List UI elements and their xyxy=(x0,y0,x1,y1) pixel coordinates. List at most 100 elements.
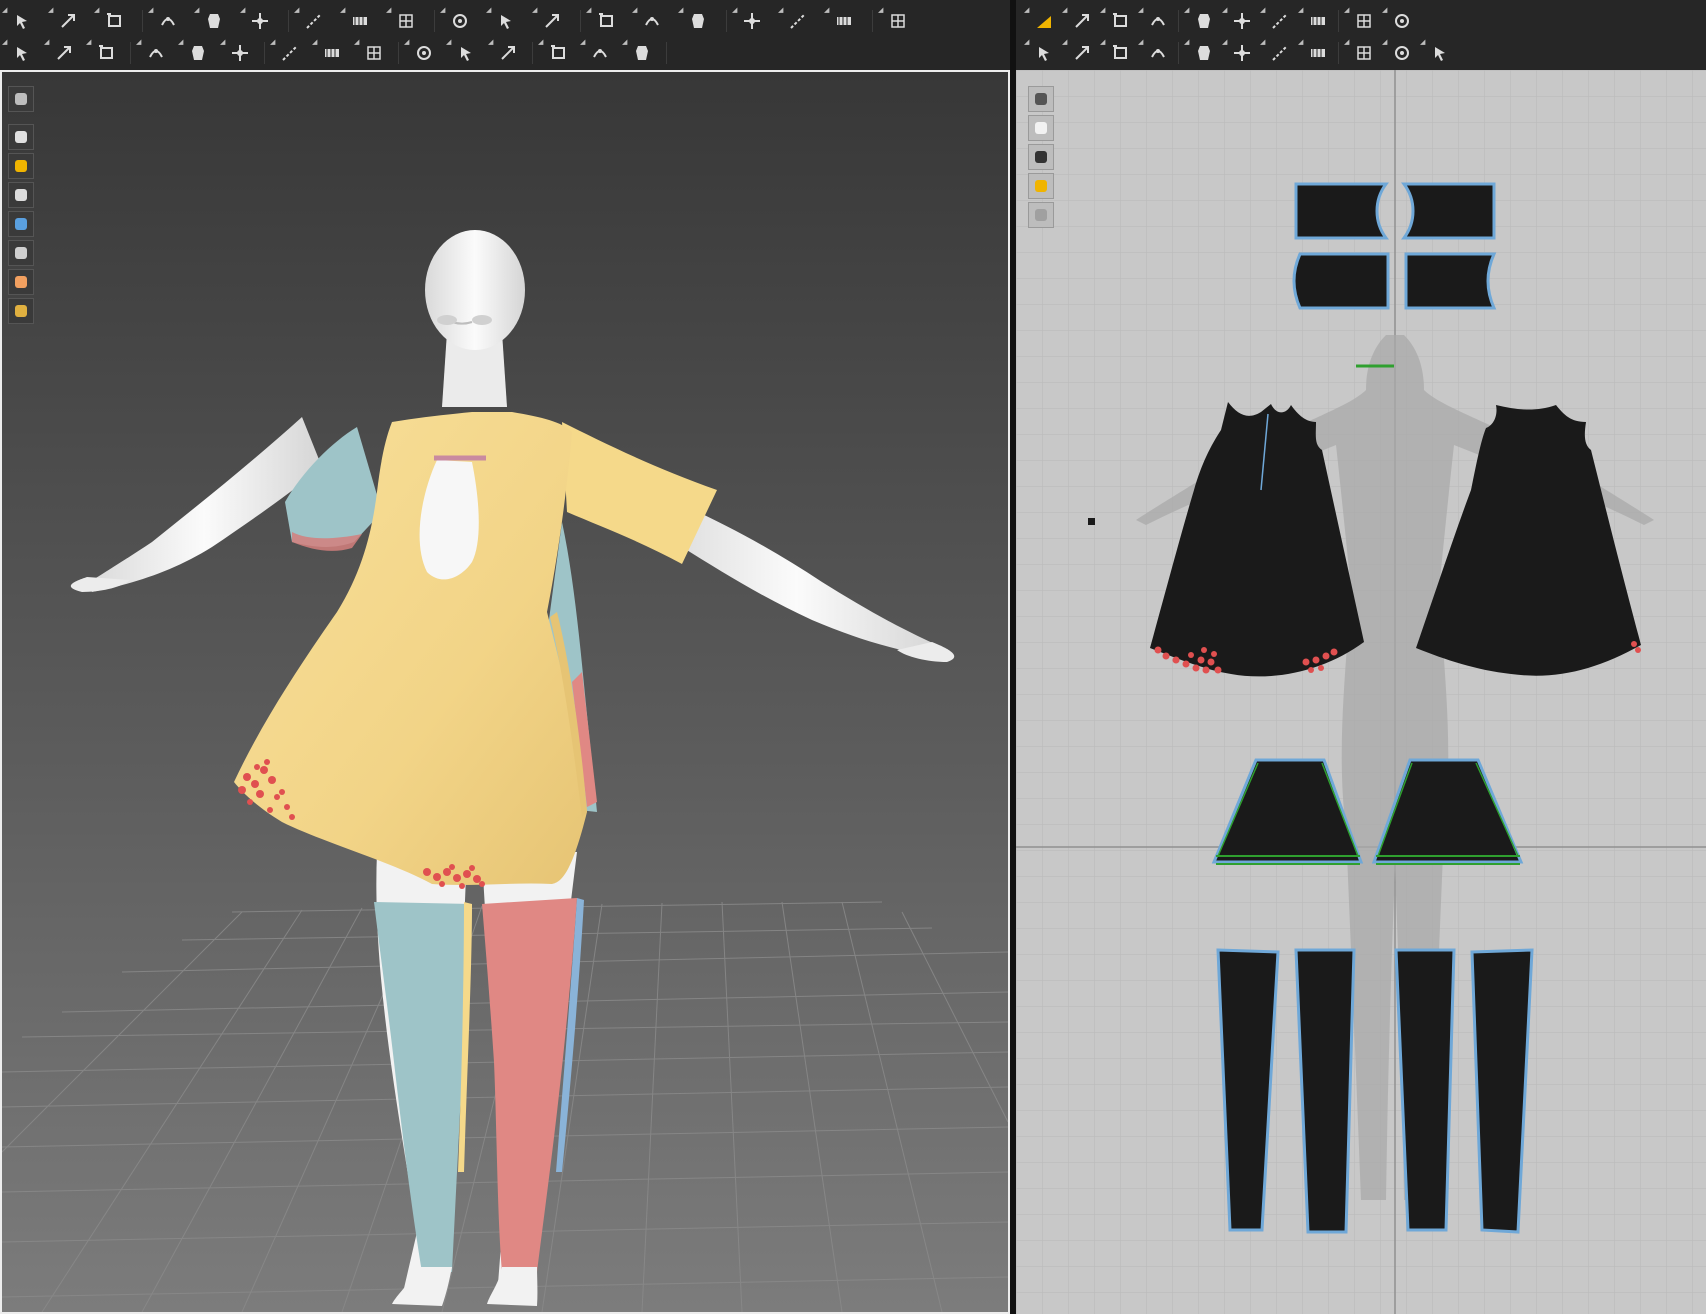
dropdown-arrow-icon[interactable]: ◢ xyxy=(1024,6,1029,14)
dropdown-arrow-icon[interactable]: ◢ xyxy=(488,38,493,46)
dropdown-arrow-icon[interactable]: ◢ xyxy=(1062,6,1067,14)
viewport-2d[interactable] xyxy=(1016,70,1706,1314)
dropdown-arrow-icon[interactable]: ◢ xyxy=(532,6,537,14)
info-icon[interactable] xyxy=(1028,144,1054,170)
zipper-icon[interactable] xyxy=(410,40,438,66)
dropdown-arrow-icon[interactable]: ◢ xyxy=(1100,38,1105,46)
texture-2d-icon[interactable] xyxy=(830,8,858,34)
dropdown-arrow-icon[interactable]: ◢ xyxy=(1138,38,1143,46)
edit-pattern-icon[interactable] xyxy=(100,8,128,34)
dropdown-arrow-icon[interactable]: ◢ xyxy=(44,38,49,46)
graphic-icon[interactable] xyxy=(884,8,912,34)
dropdown-arrow-icon[interactable]: ◢ xyxy=(622,38,627,46)
dropdown-arrow-icon[interactable]: ◢ xyxy=(354,38,359,46)
dropdown-arrow-icon[interactable]: ◢ xyxy=(136,38,141,46)
dropdown-arrow-icon[interactable]: ◢ xyxy=(386,6,391,14)
texture-view-icon[interactable] xyxy=(8,211,34,237)
disabled-garment-icon[interactable] xyxy=(1028,202,1054,228)
dropdown-arrow-icon[interactable]: ◢ xyxy=(586,6,591,14)
dropdown-arrow-icon[interactable]: ◢ xyxy=(2,38,7,46)
scene-3d[interactable] xyxy=(2,72,1008,1312)
strengthen-icon[interactable] xyxy=(142,40,170,66)
avatar-skin-icon[interactable] xyxy=(8,269,34,295)
edit-sewing-icon[interactable] xyxy=(586,40,614,66)
seam-allowance-icon[interactable] xyxy=(1304,8,1332,34)
pin-icon[interactable] xyxy=(492,8,520,34)
avatar-pose-icon[interactable] xyxy=(8,40,36,66)
pattern-canvas[interactable] xyxy=(1016,70,1706,1314)
dropdown-arrow-icon[interactable]: ◢ xyxy=(1260,38,1265,46)
box-pin-icon[interactable] xyxy=(538,8,566,34)
texture-edit-icon[interactable] xyxy=(1350,8,1378,34)
buttonhole-2d-icon[interactable] xyxy=(1304,40,1332,66)
segment-sew-2d-icon[interactable] xyxy=(1030,40,1058,66)
fold-arrangement-icon[interactable] xyxy=(154,8,182,34)
pattern-line-icon[interactable] xyxy=(1028,86,1054,112)
surface-icon[interactable] xyxy=(8,240,34,266)
ruler-icon[interactable] xyxy=(1426,40,1454,66)
topstitch-icon[interactable] xyxy=(494,40,522,66)
free-sewing-icon[interactable] xyxy=(346,8,374,34)
dropdown-arrow-icon[interactable]: ◢ xyxy=(580,38,585,46)
dropdown-arrow-icon[interactable]: ◢ xyxy=(240,6,245,14)
fabric-icon[interactable] xyxy=(8,153,34,179)
dropdown-arrow-icon[interactable]: ◢ xyxy=(1184,6,1189,14)
dropdown-arrow-icon[interactable]: ◢ xyxy=(1062,38,1067,46)
polygon-icon[interactable] xyxy=(1106,8,1134,34)
garment-2d-icon[interactable] xyxy=(1028,115,1054,141)
dropdown-arrow-icon[interactable]: ◢ xyxy=(1344,38,1349,46)
buttonhole-icon[interactable] xyxy=(360,40,388,66)
dropdown-arrow-icon[interactable]: ◢ xyxy=(632,6,637,14)
button-icon[interactable] xyxy=(318,40,346,66)
dropdown-arrow-icon[interactable]: ◢ xyxy=(1222,38,1227,46)
fold-icon[interactable] xyxy=(226,40,254,66)
edit-curve-point-icon[interactable] xyxy=(246,8,274,34)
segment-sewing-icon[interactable] xyxy=(300,8,328,34)
dropdown-arrow-icon[interactable]: ◢ xyxy=(1344,6,1349,14)
puckering-icon[interactable] xyxy=(452,40,480,66)
circumference-measure-icon[interactable] xyxy=(684,8,712,34)
tack-icon[interactable] xyxy=(392,8,420,34)
dropdown-arrow-icon[interactable]: ◢ xyxy=(824,6,829,14)
dropdown-arrow-icon[interactable]: ◢ xyxy=(220,38,225,46)
world-icon[interactable] xyxy=(8,298,34,324)
dropdown-arrow-icon[interactable]: ◢ xyxy=(1024,38,1029,46)
edit-tack-icon[interactable] xyxy=(446,8,474,34)
dart-icon[interactable] xyxy=(1228,8,1256,34)
display-mode-icon[interactable] xyxy=(8,86,34,112)
dropdown-arrow-icon[interactable]: ◢ xyxy=(194,6,199,14)
dropdown-arrow-icon[interactable]: ◢ xyxy=(1100,6,1105,14)
dropdown-arrow-icon[interactable]: ◢ xyxy=(1420,38,1425,46)
dropdown-arrow-icon[interactable]: ◢ xyxy=(732,6,737,14)
select-move-icon[interactable] xyxy=(8,8,36,34)
sewing-line-icon[interactable] xyxy=(544,40,572,66)
dropdown-arrow-icon[interactable]: ◢ xyxy=(1184,38,1189,46)
dropdown-arrow-icon[interactable]: ◢ xyxy=(294,6,299,14)
dropdown-arrow-icon[interactable]: ◢ xyxy=(1298,6,1303,14)
dropdown-arrow-icon[interactable]: ◢ xyxy=(2,6,7,14)
dropdown-arrow-icon[interactable]: ◢ xyxy=(440,6,445,14)
trace-icon[interactable] xyxy=(1266,8,1294,34)
steam-icon[interactable] xyxy=(92,40,120,66)
dropdown-arrow-icon[interactable]: ◢ xyxy=(486,6,491,14)
dropdown-arrow-icon[interactable]: ◢ xyxy=(1382,6,1387,14)
length-measure-icon[interactable] xyxy=(738,8,766,34)
dropdown-arrow-icon[interactable]: ◢ xyxy=(148,6,153,14)
dropdown-arrow-icon[interactable]: ◢ xyxy=(94,6,99,14)
dropdown-arrow-icon[interactable]: ◢ xyxy=(1382,38,1387,46)
fold-2d-icon[interactable] xyxy=(1228,40,1256,66)
edit-point-icon[interactable] xyxy=(1068,8,1096,34)
dropdown-arrow-icon[interactable]: ◢ xyxy=(1222,6,1227,14)
dropdown-arrow-icon[interactable]: ◢ xyxy=(778,6,783,14)
avatar-display-icon[interactable] xyxy=(8,182,34,208)
dropdown-arrow-icon[interactable]: ◢ xyxy=(1138,6,1143,14)
dropdown-arrow-icon[interactable]: ◢ xyxy=(878,6,883,14)
dropdown-arrow-icon[interactable]: ◢ xyxy=(1298,38,1303,46)
free-sew-2d-icon[interactable] xyxy=(1068,40,1096,66)
iron-icon[interactable] xyxy=(1190,40,1218,66)
transform-pattern-2d-icon[interactable] xyxy=(1030,8,1058,34)
dropdown-arrow-icon[interactable]: ◢ xyxy=(340,6,345,14)
dropdown-arrow-icon[interactable]: ◢ xyxy=(312,38,317,46)
select-mesh-icon[interactable] xyxy=(50,40,78,66)
dropdown-arrow-icon[interactable]: ◢ xyxy=(86,38,91,46)
